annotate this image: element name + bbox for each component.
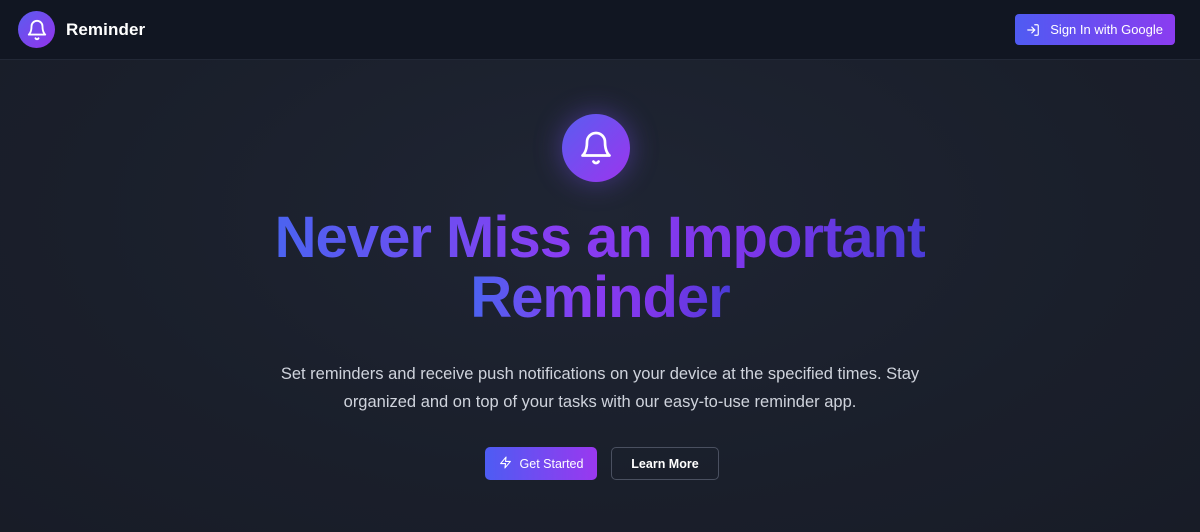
brand[interactable]: Reminder bbox=[18, 11, 145, 48]
sign-in-google-button[interactable]: Sign In with Google bbox=[1015, 14, 1175, 45]
hero-title-line-1: Never Miss an Important bbox=[274, 205, 927, 270]
hero-subtitle-line-2: organized and on top of your tasks with … bbox=[343, 393, 857, 411]
hero-subtitle-line-1: Set reminders and receive push notificat… bbox=[280, 365, 920, 383]
bell-icon bbox=[18, 11, 55, 48]
brand-name: Reminder bbox=[66, 19, 146, 39]
hero-title-line-2: Reminder bbox=[470, 265, 731, 330]
get-started-button[interactable]: Get Started bbox=[485, 447, 597, 480]
bell-icon bbox=[562, 114, 630, 182]
hero-subtitle: Set reminders and receive push notificat… bbox=[230, 360, 970, 416]
get-started-label: Get Started bbox=[519, 456, 584, 471]
top-navbar: Reminder Sign In with Google bbox=[0, 0, 1200, 60]
cta-buttons: Get Started Learn More bbox=[0, 447, 1200, 480]
lightning-icon bbox=[499, 456, 512, 472]
sign-in-label: Sign In with Google bbox=[1050, 22, 1163, 37]
sign-in-icon bbox=[1026, 23, 1040, 37]
hero-title: Never Miss an Important Reminder bbox=[0, 208, 1200, 328]
landing-page: Reminder Sign In with Google Never Miss … bbox=[0, 0, 1200, 532]
learn-more-button[interactable]: Learn More bbox=[611, 447, 719, 480]
